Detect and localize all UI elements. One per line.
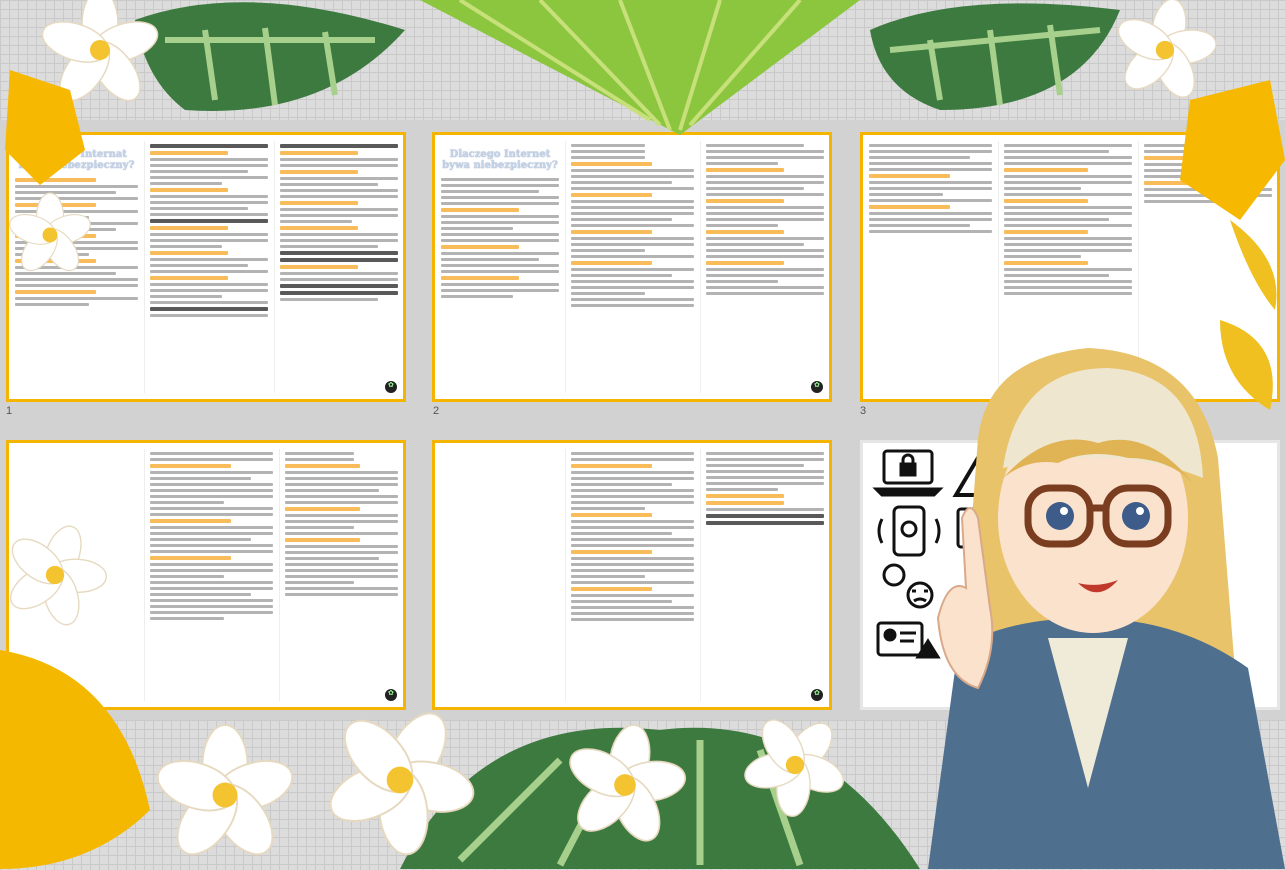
palm-leaf-icon	[420, 0, 860, 135]
monstera-leaf-icon	[0, 650, 150, 869]
slide-badge-icon	[385, 381, 397, 393]
monstera-leaf-icon	[870, 3, 1120, 111]
yellow-leaf-icon	[1180, 80, 1285, 220]
slide-title: Dlaczego Internet bywa niebezpieczny?	[442, 149, 558, 171]
monstera-leaf-icon	[135, 2, 405, 111]
slide-number: 2	[433, 405, 440, 417]
yellow-leaf-icon	[5, 70, 85, 185]
slide-badge-icon	[811, 381, 823, 393]
plumeria-flower-icon	[156, 724, 294, 856]
plumeria-flower-icon	[9, 192, 91, 272]
plumeria-flower-icon	[329, 712, 475, 856]
plumeria-flower-icon	[744, 719, 844, 817]
slide-thumbnail-5[interactable]	[432, 440, 832, 710]
slide-number: 1	[6, 405, 13, 417]
slide-number: 3	[860, 405, 867, 417]
slide-thumbnail-2[interactable]: Dlaczego Internet bywa niebezpieczny?	[432, 132, 832, 402]
plumeria-flower-icon	[569, 724, 686, 842]
teacher-character-illustration	[928, 348, 1285, 869]
